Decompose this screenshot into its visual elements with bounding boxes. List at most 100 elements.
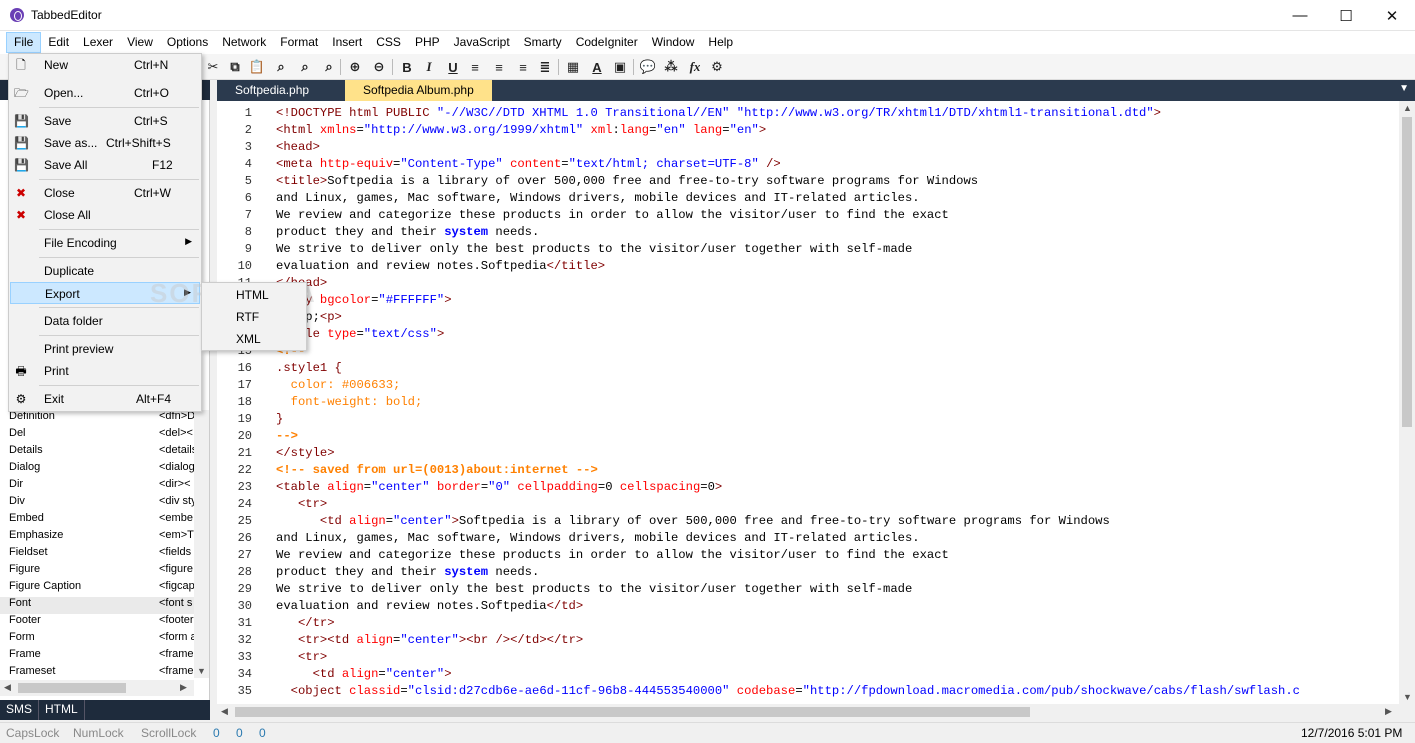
- tag-row[interactable]: Definition <dfn>D: [0, 410, 196, 427]
- code-line[interactable]: color: #006633;: [276, 378, 401, 392]
- align-right-icon[interactable]: ≡: [514, 58, 532, 76]
- code-line[interactable]: product they and their system needs.: [276, 565, 539, 579]
- code-line[interactable]: <meta http-equiv="Content-Type" content=…: [276, 157, 781, 171]
- chevron-right-icon[interactable]: ▶: [1385, 706, 1392, 717]
- menu-close[interactable]: ✖ Close Ctrl+W: [10, 182, 200, 204]
- code-line[interactable]: and Linux, games, Mac software, Windows …: [276, 531, 920, 545]
- align-center-icon[interactable]: ≡: [490, 58, 508, 76]
- tag-row[interactable]: Div <div sty: [0, 495, 196, 512]
- code-line[interactable]: <tr><td align="center"><br /></td></tr>: [276, 633, 583, 647]
- tag-row[interactable]: Font <font s: [0, 597, 196, 614]
- menu-save-as[interactable]: 💾 Save as... Ctrl+Shift+S: [10, 132, 200, 154]
- tag-row[interactable]: Emphasize <em>T: [0, 529, 196, 546]
- menu-file[interactable]: File: [6, 32, 42, 53]
- editor-horizontal-scrollbar[interactable]: ◀ ▶: [217, 704, 1399, 720]
- scroll-thumb[interactable]: [235, 707, 1030, 717]
- scroll-thumb[interactable]: [18, 683, 126, 693]
- code-line[interactable]: product they and their system needs.: [276, 225, 539, 239]
- code-line[interactable]: -->: [276, 429, 298, 443]
- code-line[interactable]: evaluation and review notes.Softpedia</t…: [276, 259, 605, 273]
- tab-softpedia-php[interactable]: Softpedia.php: [217, 80, 327, 101]
- menu-lexer[interactable]: Lexer: [76, 32, 120, 53]
- chevron-left-icon[interactable]: ◀: [4, 682, 11, 693]
- align-left-icon[interactable]: ≡: [466, 58, 484, 76]
- tag-panel-vertical-scrollbar[interactable]: ▼: [194, 410, 209, 678]
- code-line[interactable]: <head>: [276, 140, 320, 154]
- find-next-icon[interactable]: ⌕: [320, 58, 338, 76]
- code-line[interactable]: We review and categorize these products …: [276, 208, 949, 222]
- menu-new[interactable]: 🗋 New Ctrl+N: [10, 54, 200, 76]
- menu-save-all[interactable]: 💾 Save All F12: [10, 154, 200, 176]
- scroll-thumb[interactable]: [1402, 117, 1412, 427]
- chevron-down-icon[interactable]: ▼: [1399, 83, 1409, 94]
- find-icon[interactable]: ⌕: [272, 58, 290, 76]
- code-line[interactable]: We strive to deliver only the best produ…: [276, 242, 912, 256]
- code-editor[interactable]: 1234567891011121314151617181920212223242…: [217, 101, 1399, 704]
- tag-panel-horizontal-scrollbar[interactable]: ◀ ▶: [0, 680, 194, 696]
- menu-print-preview[interactable]: Print preview: [10, 338, 200, 360]
- menu-open[interactable]: 🗁 Open... Ctrl+O: [10, 82, 200, 104]
- code-line[interactable]: <tr>: [276, 650, 327, 664]
- menu-javascript[interactable]: JavaScript: [447, 32, 517, 53]
- tab-softpedia-album-php[interactable]: Softpedia Album.php: [345, 80, 492, 101]
- code-line[interactable]: <object classid="clsid:d27cdb6e-ae6d-11c…: [276, 684, 1300, 698]
- zoom-out-icon[interactable]: ⊖: [370, 58, 388, 76]
- tag-row[interactable]: Dir <dir><: [0, 478, 196, 495]
- bold-icon[interactable]: B: [398, 58, 416, 76]
- menu-options[interactable]: Options: [160, 32, 215, 53]
- code-line[interactable]: </style>: [276, 446, 335, 460]
- maximize-button[interactable]: ☐: [1323, 0, 1369, 31]
- menu-window[interactable]: Window: [645, 32, 702, 53]
- tag-row[interactable]: Form <form a: [0, 631, 196, 648]
- find-replace-icon[interactable]: ⌕: [296, 58, 314, 76]
- cut-icon[interactable]: ✂: [204, 58, 222, 76]
- code-line[interactable]: }: [276, 412, 283, 426]
- justify-icon[interactable]: ≣: [536, 58, 554, 76]
- code-line[interactable]: evaluation and review notes.Softpedia</t…: [276, 599, 583, 613]
- menu-network[interactable]: Network: [215, 32, 273, 53]
- code-line[interactable]: font-weight: bold;: [276, 395, 423, 409]
- export-xml[interactable]: XML: [236, 332, 261, 346]
- tag-row[interactable]: Footer <footer: [0, 614, 196, 631]
- menu-help[interactable]: Help: [701, 32, 740, 53]
- menu-insert[interactable]: Insert: [325, 32, 369, 53]
- menu-file-encoding[interactable]: File Encoding ▶: [10, 232, 200, 254]
- code-line[interactable]: </tr>: [276, 616, 335, 630]
- chevron-right-icon[interactable]: ▶: [180, 682, 187, 693]
- tag-row[interactable]: Dialog <dialog: [0, 461, 196, 478]
- close-window-button[interactable]: ✕: [1369, 0, 1415, 31]
- menu-css[interactable]: CSS: [369, 32, 408, 53]
- function-icon[interactable]: fx: [686, 58, 704, 76]
- font-icon[interactable]: A: [588, 58, 606, 76]
- tab-html[interactable]: HTML: [39, 700, 85, 720]
- chevron-up-icon[interactable]: ▲: [1403, 103, 1412, 113]
- menu-codeigniter[interactable]: CodeIgniter: [569, 32, 645, 53]
- code-line[interactable]: and Linux, games, Mac software, Windows …: [276, 191, 920, 205]
- menu-smarty[interactable]: Smarty: [517, 32, 569, 53]
- tab-sms[interactable]: SMS: [0, 700, 40, 720]
- chevron-left-icon[interactable]: ◀: [221, 706, 228, 717]
- image-icon[interactable]: ▣: [611, 58, 629, 76]
- magic-icon[interactable]: ⚙: [708, 58, 726, 76]
- menu-format[interactable]: Format: [273, 32, 325, 53]
- copy-icon[interactable]: ⧉: [226, 58, 244, 76]
- code-line[interactable]: <td align="center">: [276, 667, 452, 681]
- code-line[interactable]: <html xmlns="http://www.w3.org/1999/xhtm…: [276, 123, 766, 137]
- export-rtf[interactable]: RTF: [236, 310, 259, 324]
- code-line[interactable]: <td align="center">Softpedia is a librar…: [276, 514, 1110, 528]
- menu-save[interactable]: 💾 Save Ctrl+S: [10, 110, 200, 132]
- editor-vertical-scrollbar[interactable]: ▲ ▼: [1399, 101, 1415, 704]
- tag-row[interactable]: Embed <embe: [0, 512, 196, 529]
- minimize-button[interactable]: —: [1277, 0, 1323, 31]
- tag-row[interactable]: Frame <frame: [0, 648, 196, 665]
- tag-row[interactable]: Figure Caption <figcap: [0, 580, 196, 597]
- chevron-down-icon[interactable]: ▼: [1403, 692, 1412, 702]
- code-line[interactable]: .style1 {: [276, 361, 342, 375]
- code-line[interactable]: We strive to deliver only the best produ…: [276, 582, 912, 596]
- underline-icon[interactable]: U: [444, 58, 462, 76]
- code-line[interactable]: <title>Softpedia is a library of over 50…: [276, 174, 978, 188]
- menu-php[interactable]: PHP: [408, 32, 447, 53]
- code-line[interactable]: <!DOCTYPE html PUBLIC "-//W3C//DTD XHTML…: [276, 106, 1161, 120]
- menu-data-folder[interactable]: Data folder: [10, 310, 200, 332]
- tag-row[interactable]: Details <details: [0, 444, 196, 461]
